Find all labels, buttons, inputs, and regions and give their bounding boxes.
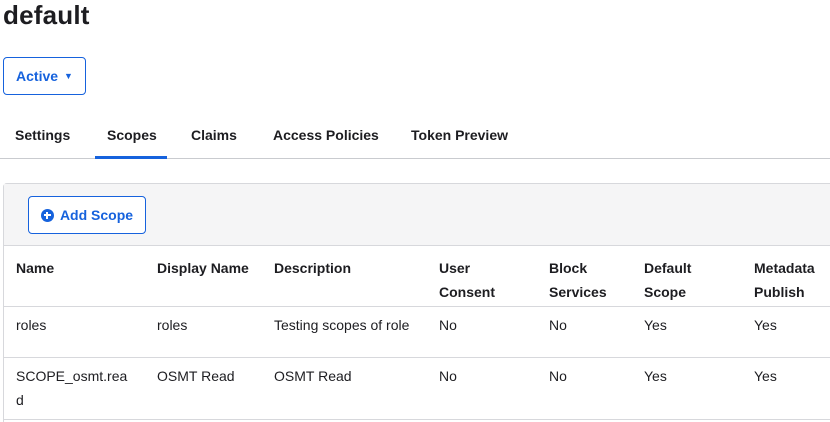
tab-token-preview[interactable]: Token Preview	[411, 127, 508, 143]
cell-block-services: No	[549, 368, 567, 384]
tab-settings[interactable]: Settings	[15, 127, 70, 143]
column-header-metadata-publish[interactable]: Metadata Publish	[754, 256, 830, 304]
table-row[interactable]: SCOPE_osmt.rea d OSMT Read OSMT Read No N…	[4, 358, 830, 420]
column-header-description[interactable]: Description	[274, 256, 424, 280]
column-header-block-services[interactable]: Block Services	[549, 256, 634, 304]
page-title: default	[3, 0, 90, 30]
cell-user-consent: No	[439, 317, 457, 333]
status-label: Active	[16, 68, 59, 84]
table-row[interactable]: roles roles Testing scopes of role No No…	[4, 307, 830, 358]
cell-user-consent: No	[439, 368, 457, 384]
cell-description: Testing scopes of role	[274, 317, 410, 333]
table-header: Name Display Name Description User Consen…	[4, 246, 830, 307]
add-scope-label: Add Scope	[59, 207, 134, 223]
column-header-default-scope[interactable]: Default Scope	[644, 256, 739, 304]
status-dropdown-button[interactable]: Active ▼	[3, 57, 86, 95]
cell-metadata-publish: Yes	[754, 368, 777, 384]
tab-scopes[interactable]: Scopes	[107, 127, 157, 143]
tab-claims[interactable]: Claims	[191, 127, 237, 143]
cell-display-name: roles	[157, 317, 188, 333]
cell-name: SCOPE_osmt.rea d	[16, 368, 128, 408]
column-header-name[interactable]: Name	[16, 256, 141, 280]
active-tab-indicator	[95, 156, 167, 159]
plus-circle-icon	[40, 208, 54, 222]
cell-default-scope: Yes	[644, 368, 667, 384]
column-header-display-name[interactable]: Display Name	[157, 256, 267, 280]
add-scope-button[interactable]: Add Scope	[28, 196, 146, 234]
cell-block-services: No	[549, 317, 567, 333]
cell-metadata-publish: Yes	[754, 317, 777, 333]
cell-description: OSMT Read	[274, 368, 352, 384]
tab-access-policies[interactable]: Access Policies	[273, 127, 379, 143]
column-header-user-consent[interactable]: User Consent	[439, 256, 534, 304]
caret-down-icon: ▼	[64, 71, 73, 81]
tab-bar: Settings Scopes Claims Access Policies T…	[0, 118, 830, 159]
scopes-panel: Add Scope Name Display Name Description …	[3, 183, 830, 422]
cell-default-scope: Yes	[644, 317, 667, 333]
cell-name: roles	[16, 317, 47, 333]
cell-display-name: OSMT Read	[157, 368, 235, 384]
scopes-toolbar: Add Scope	[4, 184, 830, 246]
